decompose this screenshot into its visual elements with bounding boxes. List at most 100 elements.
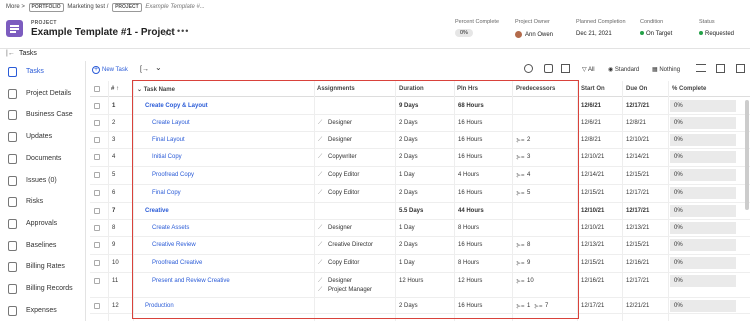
panel-toggle-icon[interactable]: [736, 64, 745, 73]
search-icon[interactable]: [524, 64, 533, 73]
row-checkbox[interactable]: [94, 278, 100, 284]
portfolio-tag: PORTFOLIO: [28, 3, 64, 12]
row-checkbox[interactable]: [94, 225, 100, 231]
start-date[interactable]: 12/16/21: [581, 278, 604, 284]
new-task-button[interactable]: + New Task: [92, 66, 128, 74]
percent-complete-cell[interactable]: 0%: [670, 239, 736, 251]
percent-complete-cell[interactable]: 0%: [670, 187, 736, 199]
start-date[interactable]: 12/10/21: [581, 225, 604, 231]
start-date[interactable]: 12/10/21: [581, 154, 604, 160]
start-date[interactable]: 12/13/21: [581, 242, 604, 248]
assign-icon[interactable]: [544, 64, 553, 73]
filter-button[interactable]: ▽ All: [582, 66, 595, 73]
row-number: 4: [112, 154, 116, 160]
avatar: [515, 31, 522, 38]
project-owner[interactable]: Ann Owen: [515, 31, 553, 38]
start-date[interactable]: 12/6/21: [581, 120, 601, 126]
sidebar-item-issues-0[interactable]: Issues (0): [0, 173, 86, 193]
due-date[interactable]: 12/17/21: [626, 103, 649, 109]
condition-value[interactable]: On Target: [640, 31, 672, 37]
sidebar-item-tasks[interactable]: Tasks: [0, 64, 86, 84]
view-button[interactable]: ◉ Standard: [608, 66, 639, 73]
row-number: 5: [112, 172, 116, 178]
percent-complete-cell[interactable]: 0%: [670, 117, 736, 129]
select-all-checkbox[interactable]: [94, 86, 100, 92]
sidebar-item-billing-rates[interactable]: Billing Rates: [0, 259, 86, 279]
percent-complete-cell[interactable]: 0%: [670, 257, 736, 269]
row-checkbox[interactable]: [94, 303, 100, 309]
due-date[interactable]: 12/14/21: [626, 154, 649, 160]
sidebar-item-documents[interactable]: Documents: [0, 151, 86, 171]
col-pct-complete[interactable]: % Complete: [672, 86, 706, 92]
due-date[interactable]: 12/8/21: [626, 120, 646, 126]
status-dot-icon: [699, 31, 703, 36]
export-icon[interactable]: [561, 64, 570, 73]
details-icon: [8, 88, 17, 99]
sidebar-item-project-details[interactable]: Project Details: [0, 86, 86, 106]
sidebar-item-risks[interactable]: Risks: [0, 194, 86, 214]
percent-complete-cell[interactable]: 0%: [670, 100, 736, 112]
sidebar-item-baselines[interactable]: Baselines: [0, 238, 86, 258]
sidebar-item-business-case[interactable]: Business Case: [0, 107, 86, 127]
columns-icon[interactable]: [716, 64, 725, 73]
due-date[interactable]: 12/17/21: [626, 208, 649, 214]
chevron-down-icon[interactable]: ⌄: [155, 63, 162, 72]
more-options-icon[interactable]: •••: [177, 26, 189, 36]
breadcrumb-more[interactable]: More: [6, 4, 20, 10]
row-checkbox[interactable]: [94, 208, 100, 214]
row-checkbox[interactable]: [94, 190, 100, 196]
percent-complete-cell[interactable]: 0%: [670, 151, 736, 163]
sidebar-item-expenses[interactable]: Expenses: [0, 303, 86, 323]
sidebar-item-approvals[interactable]: Approvals: [0, 216, 86, 236]
list-view-icon[interactable]: [696, 64, 706, 72]
expenses-icon: [8, 305, 17, 316]
start-date[interactable]: 12/6/21: [581, 103, 601, 109]
due-date[interactable]: 12/15/21: [626, 242, 649, 248]
row-checkbox[interactable]: [94, 242, 100, 248]
percent-complete-cell[interactable]: 0%: [670, 275, 736, 287]
start-date[interactable]: 12/8/21: [581, 137, 601, 143]
status-value[interactable]: Requested: [699, 31, 734, 37]
sidebar-item-billing-records[interactable]: Billing Records: [0, 281, 86, 301]
sidebar-item-updates[interactable]: Updates: [0, 129, 86, 149]
due-date[interactable]: 12/15/21: [626, 172, 649, 178]
start-date[interactable]: 12/14/21: [581, 172, 604, 178]
percent-complete-cell[interactable]: 0%: [670, 222, 736, 234]
group-button[interactable]: ▦ Nothing: [652, 66, 680, 73]
vertical-scrollbar[interactable]: [745, 100, 749, 210]
percent-complete-cell[interactable]: 0%: [670, 169, 736, 181]
row-checkbox[interactable]: [94, 103, 100, 109]
percent-complete-cell[interactable]: 0%: [670, 205, 736, 217]
start-date[interactable]: 12/15/21: [581, 260, 604, 266]
col-due-on[interactable]: Due On: [626, 86, 647, 92]
col-num[interactable]: # ↑: [111, 86, 119, 92]
percent-complete-cell[interactable]: 0%: [670, 134, 736, 146]
chat-icon: [8, 132, 17, 143]
due-date[interactable]: 12/16/21: [626, 260, 649, 266]
due-date[interactable]: 12/17/21: [626, 278, 649, 284]
due-date[interactable]: 12/10/21: [626, 137, 649, 143]
start-date[interactable]: 12/10/21: [581, 208, 604, 214]
sidebar-item-label: Billing Records: [26, 285, 73, 292]
due-date[interactable]: 12/17/21: [626, 190, 649, 196]
row-number: 11: [112, 278, 119, 284]
planned-completion-value[interactable]: Dec 21, 2021: [576, 31, 612, 37]
row-checkbox[interactable]: [94, 137, 100, 143]
sidebar-item-label: Approvals: [26, 219, 58, 227]
row-checkbox[interactable]: [94, 154, 100, 160]
start-date[interactable]: 12/15/21: [581, 190, 604, 196]
breadcrumb-portfolio[interactable]: Marketing test: [67, 4, 105, 10]
start-date[interactable]: 12/17/21: [581, 303, 604, 309]
row-checkbox[interactable]: [94, 120, 100, 126]
row-checkbox[interactable]: [94, 260, 100, 266]
col-start-on[interactable]: Start On: [581, 86, 605, 92]
favorite-star-icon[interactable]: ☆: [163, 26, 173, 39]
row-checkbox[interactable]: [94, 172, 100, 178]
percent-complete-cell[interactable]: 0%: [670, 300, 736, 312]
breadcrumb-project[interactable]: Example Template #...: [145, 4, 204, 10]
indent-icon[interactable]: [→: [140, 66, 149, 73]
due-date[interactable]: 12/21/21: [626, 303, 649, 309]
sidebar-item-label: Risks: [26, 198, 44, 206]
due-date[interactable]: 12/13/21: [626, 225, 649, 231]
collapse-panel-icon[interactable]: |←: [6, 50, 15, 57]
